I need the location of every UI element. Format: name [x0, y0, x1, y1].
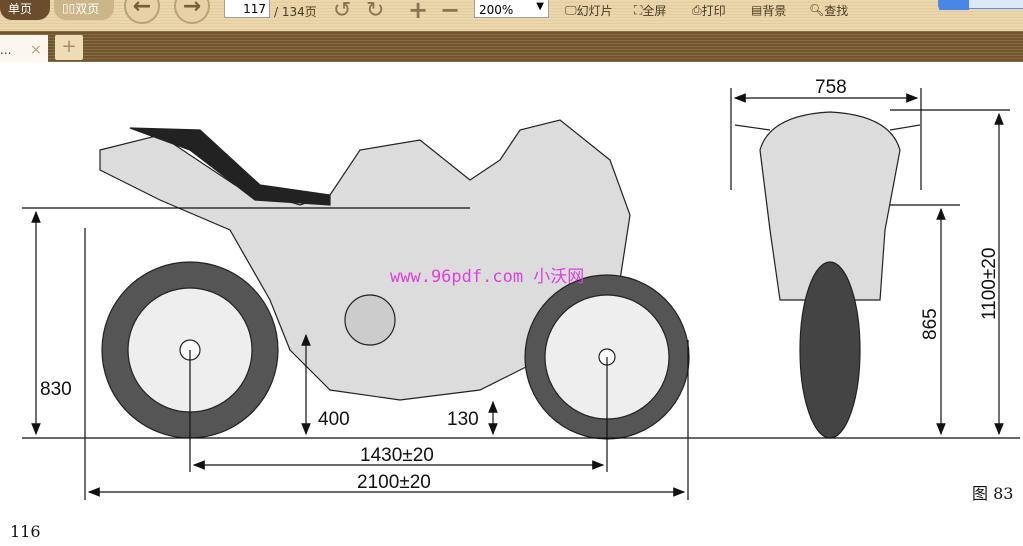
tab-label: ...: [0, 43, 12, 57]
zoom-value: 200%: [479, 3, 514, 17]
background-label: 背景: [762, 3, 787, 18]
zoom-select[interactable]: 200% ▼: [474, 0, 549, 18]
double-page-label: 双页: [75, 1, 100, 16]
tab-bar: ... × +: [0, 31, 1023, 62]
zoom-in-icon[interactable]: +: [408, 0, 428, 24]
watermark: www.96pdf.com 小沃网: [390, 267, 584, 287]
prev-page-button[interactable]: ←: [124, 0, 160, 24]
close-icon[interactable]: ×: [30, 42, 42, 58]
engine: [344, 294, 396, 346]
wheelbase-label: 1430±20: [360, 445, 434, 466]
motorcycle-dimension-diagram: 830 400 130 1430±20 2100±20 758 1100±20 …: [10, 77, 1020, 541]
slideshow-icon: 🖵: [565, 2, 577, 17]
front-view-motorcycle: [734, 111, 921, 439]
ground-clearance-label: 130: [447, 409, 479, 430]
search-engine-logo: [939, 0, 969, 10]
toolbar: 单页 ▯▯ 双页 ← → 117 / 134页 ↺ ↻ + − 200% ▼ 🖵 幻灯…: [0, 0, 1023, 31]
seat-height-label: 830: [40, 379, 72, 400]
print-label: 打印: [701, 3, 726, 18]
single-page-label: 单页: [8, 1, 33, 16]
front-view-tire: [799, 261, 861, 439]
search-icon: 🔍︎: [809, 3, 825, 17]
find-label: 查找: [824, 3, 849, 18]
new-tab-button[interactable]: +: [55, 35, 83, 60]
fullscreen-label: 全屏: [642, 3, 667, 18]
background-icon: ▤: [751, 3, 763, 17]
tab-document[interactable]: ... ×: [0, 35, 48, 62]
arrow-left-icon: ←: [132, 0, 152, 19]
figure-caption: 图 83: [972, 484, 1013, 503]
page-number: 116: [10, 522, 41, 541]
page-number-input[interactable]: 117: [224, 0, 270, 18]
total-length-label: 2100±20: [357, 472, 431, 493]
rotate-right-icon[interactable]: ↻: [366, 0, 384, 23]
fullscreen-button[interactable]: ⛶ 全屏: [634, 0, 666, 20]
print-button[interactable]: ⎙ 打印: [692, 0, 726, 20]
single-page-button[interactable]: 单页: [0, 0, 50, 20]
zoom-out-icon[interactable]: −: [440, 0, 460, 24]
web-search-box[interactable]: [938, 0, 1023, 10]
slideshow-label: 幻灯片: [576, 3, 613, 18]
book-icon: ▯▯: [62, 1, 76, 15]
page-total: / 134页: [274, 4, 317, 19]
slideshow-button[interactable]: 🖵 幻灯片: [565, 0, 613, 20]
chevron-down-icon: ▼: [536, 1, 544, 12]
double-page-button[interactable]: ▯▯ 双页: [54, 0, 114, 20]
total-height-label: 1100±20: [979, 248, 1000, 320]
width-label: 758: [815, 77, 847, 98]
arrow-right-icon: →: [182, 0, 202, 19]
printer-icon: ⎙: [692, 2, 702, 17]
rotate-left-icon[interactable]: ↺: [333, 0, 351, 23]
fullscreen-icon: ⛶: [634, 2, 643, 17]
next-page-button[interactable]: →: [174, 0, 210, 24]
mirror-height-label: 865: [920, 308, 941, 340]
background-button[interactable]: ▤ 背景: [751, 0, 786, 20]
find-button[interactable]: 🔍︎ 查找: [809, 0, 848, 20]
engine-clearance-label: 400: [318, 409, 350, 430]
